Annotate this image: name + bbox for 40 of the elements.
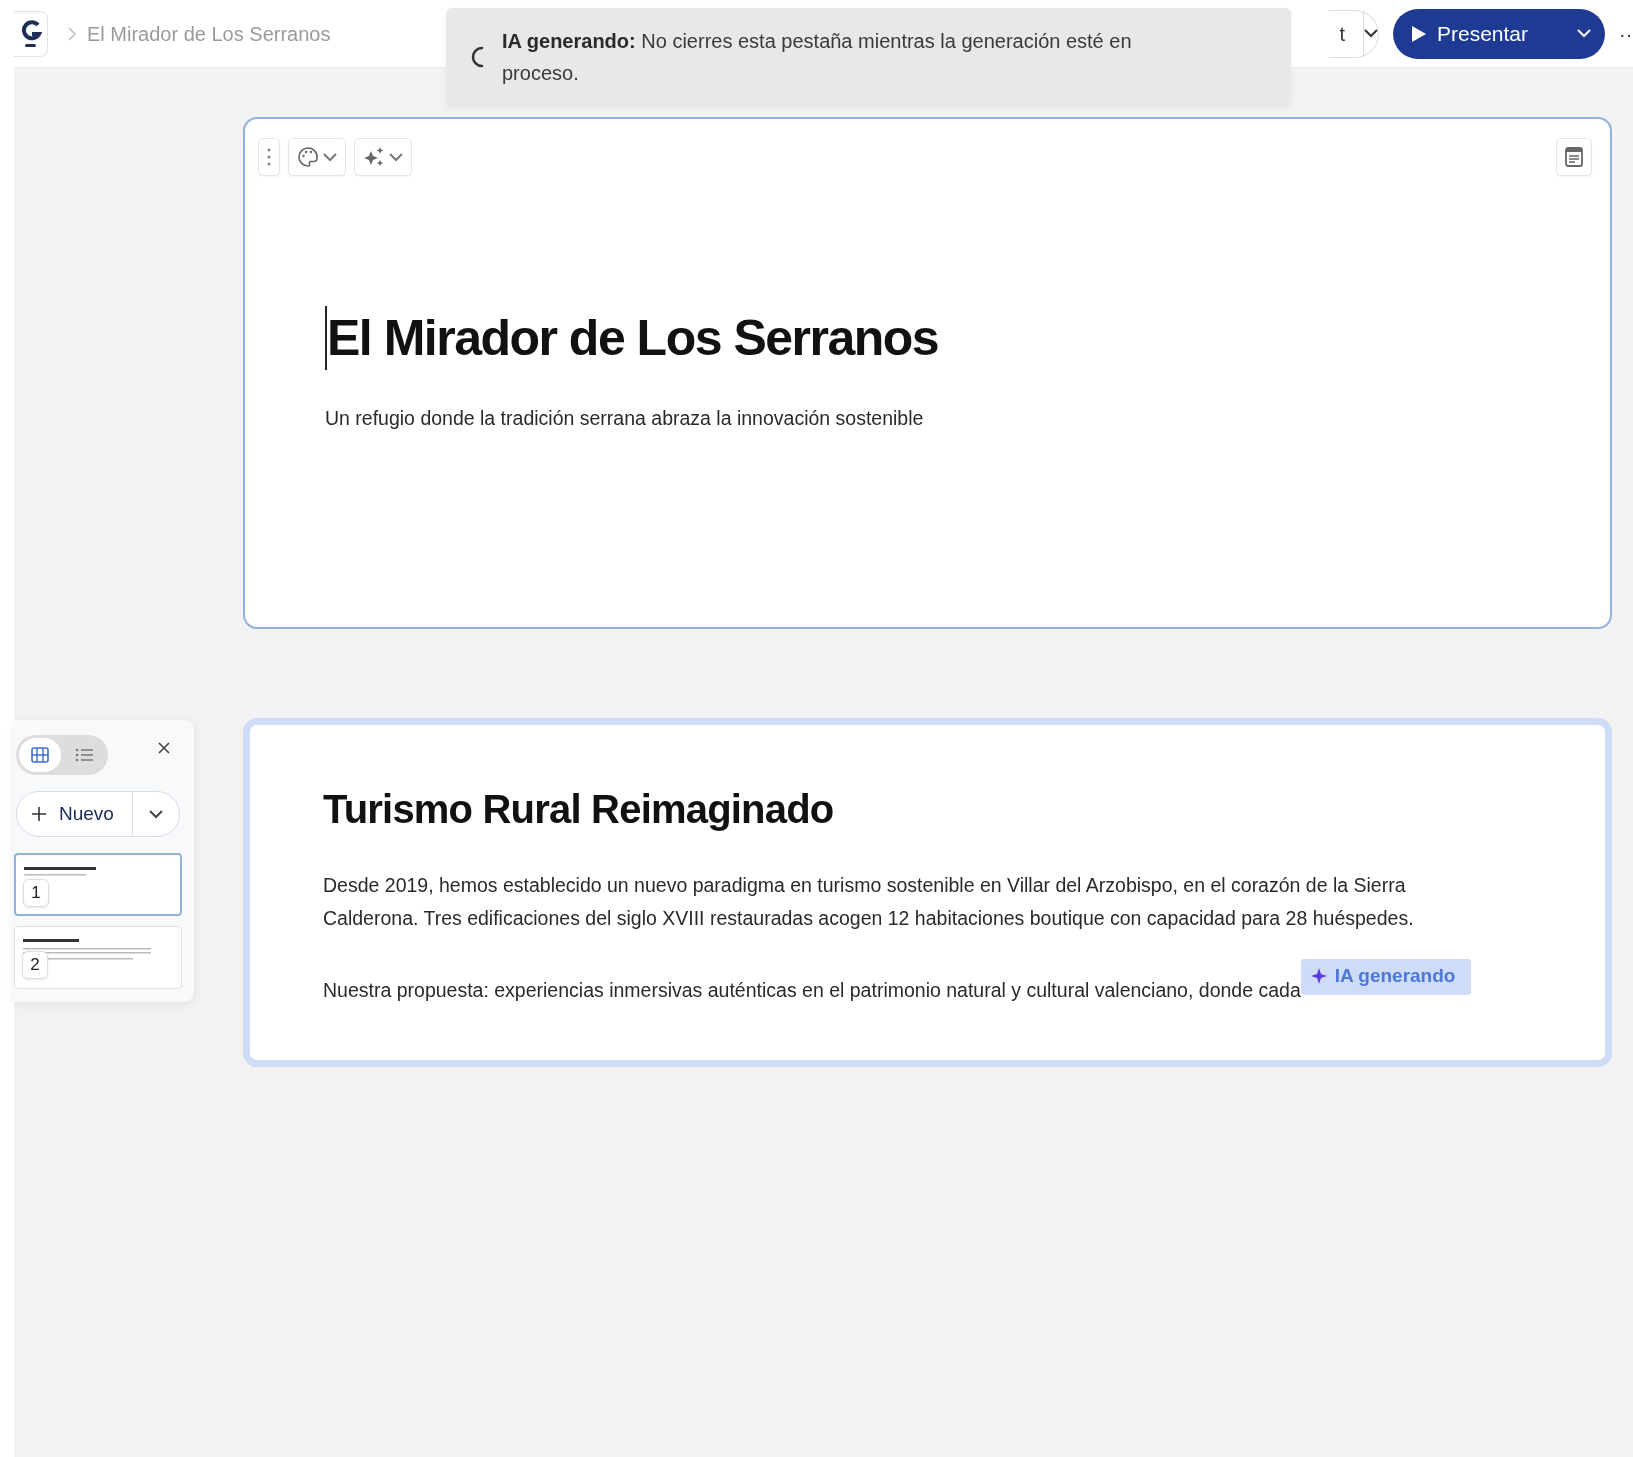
dropdown-button[interactable] [1364, 29, 1378, 38]
drag-handle[interactable] [258, 138, 280, 176]
chevron-down-icon [389, 152, 403, 162]
body-text: Nuestra propuesta: experiencias inmersivas auténticas en el patrimonio natural y cultural valenciano, donde cada [323, 978, 1301, 1003]
sparkle-icon [1310, 968, 1327, 984]
close-button[interactable] [158, 742, 170, 754]
share-button[interactable]: t [1329, 9, 1379, 58]
palette-icon [297, 146, 319, 168]
ai-status-badge: IA generando [1300, 959, 1472, 995]
grid-icon [31, 747, 49, 763]
slide-heading: El Mirador de Los Serranos [325, 306, 939, 370]
chevron-down-icon [149, 809, 163, 819]
slide-heading: Turismo Rural Reimaginado [323, 786, 835, 833]
chevron-down-icon [1577, 29, 1591, 38]
play-icon [1411, 24, 1427, 43]
chevron-down-icon [323, 152, 337, 162]
slide-thumbnail[interactable]: 2 [14, 926, 182, 989]
more-button[interactable]: ·· [1619, 18, 1633, 49]
ai-button[interactable] [354, 138, 412, 176]
spinner-icon [470, 46, 484, 68]
theme-button[interactable] [288, 138, 346, 176]
chevron-down-icon [1364, 29, 1378, 38]
slide-number: 2 [22, 951, 48, 979]
vertical-dots-icon [267, 148, 271, 166]
close-icon [158, 742, 170, 754]
present-button[interactable]: Presentar [1393, 8, 1605, 59]
notes-icon [1565, 147, 1583, 167]
slide-preview-drawing [24, 867, 96, 876]
list-icon [75, 747, 93, 763]
slide-thumbnail[interactable]: 1 [14, 853, 182, 916]
notes-button[interactable] [1556, 138, 1592, 176]
chevron-right-icon [68, 26, 77, 41]
logo-icon[interactable] [14, 10, 48, 57]
grid-view-button[interactable] [19, 738, 61, 772]
plus-icon [31, 806, 47, 822]
toast-message: IA generando: No cierres esta pestaña mientras la generación esté en proceso. [502, 29, 1133, 86]
sparkles-icon [363, 146, 385, 168]
slide-number: 1 [23, 879, 49, 907]
body-text: Un refugio donde la tradición serrana abraza la innovación sostenible [325, 406, 925, 431]
body-text: Desde 2019, hemos establecido un nuevo paradigma en turismo sostenible en Villar del Arzobispo, en el corazón de la Sierra Calderona. Tres edificaciones del siglo XVIII restauradas acogen 12 habitaciones boutique con capacidad para 28 huéspedes. [323, 873, 1415, 931]
